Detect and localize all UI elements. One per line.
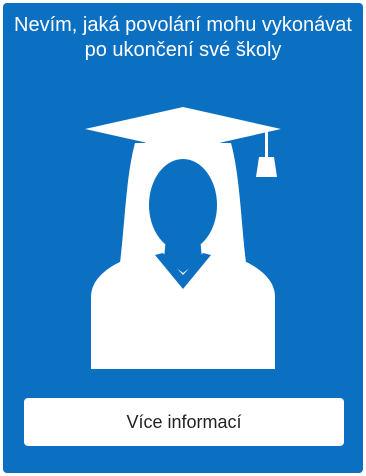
card-title: Nevím, jaká povolání mohu vykonávat po u… xyxy=(14,14,352,61)
graduate-woman-icon xyxy=(85,107,281,369)
career-info-card: Nevím, jaká povolání mohu vykonávat po u… xyxy=(3,3,363,473)
more-info-button[interactable]: Více informací xyxy=(24,398,344,446)
